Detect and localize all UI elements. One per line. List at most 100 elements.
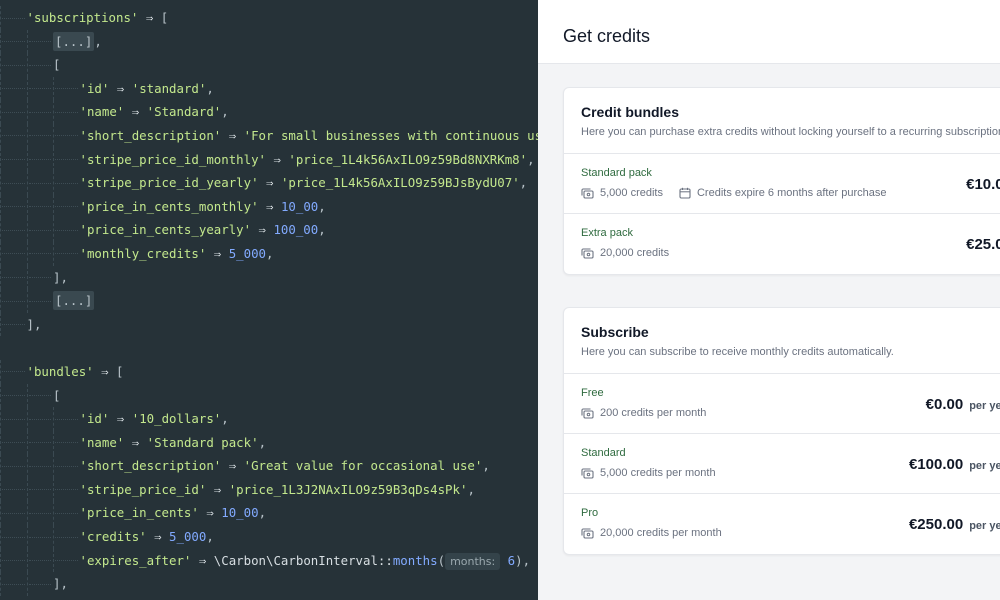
code-line[interactable]: 'short_description' ⇒ 'Great value for o… [0,454,538,478]
credits-icon [581,527,594,539]
parameter-hint: months: [445,552,501,570]
code-token: ⇒ [258,175,281,191]
indent-guide [53,218,80,242]
code-line[interactable]: 'monthly_credits' ⇒ 5_000, [0,241,538,266]
bundle-credits: 20,000 credits [600,247,670,259]
plan-row-pro[interactable]: Pro 20,000 credits per month €250.00 per … [564,494,1000,554]
indent-guide [26,548,54,573]
code-token: , [206,529,214,545]
indent-guide [0,383,27,408]
code-token: ⇒ [191,552,214,568]
code-line[interactable]: 'id' ⇒ '10_dollars', [0,407,538,431]
indent-guide [0,29,27,54]
code-token: , [221,104,229,120]
indent-guide [0,147,27,172]
indent-guide [53,548,80,573]
indent-guide [0,171,27,195]
code-editor[interactable]: 'subscriptions' ⇒ [[...],['id' ⇒ 'standa… [0,0,538,600]
code-line[interactable]: ], [0,265,538,290]
indent-guide [26,147,54,172]
indent-guide [53,407,80,431]
code-line[interactable]: 'subscriptions' ⇒ [ [0,6,538,30]
indent-guide [53,454,80,478]
code-line[interactable]: 'credits' ⇒ 5_000, [0,525,538,549]
indent-guide [26,501,54,525]
code-token: ⇒ [146,529,170,545]
indent-guide [26,525,54,549]
code-token: ⇒ [221,127,244,143]
code-line[interactable]: [ [0,53,538,77]
code-token: 'name' [79,104,125,120]
code-line[interactable]: 'short_description' ⇒ 'For small busines… [0,123,538,148]
code-line[interactable]: 'stripe_price_id_monthly' ⇒ 'price_1L4k5… [0,147,538,172]
code-token: [ [53,57,61,73]
bundle-price: €25.00 [966,236,1000,253]
plan-credits: 20,000 credits per month [600,527,722,539]
code-token: 'name' [79,434,125,450]
indent-guide [0,265,27,290]
code-token: ), [515,552,531,568]
plan-price: €100.00 per year [909,456,1000,473]
card-header: Subscribe Here you can subscribe to rece… [564,308,1000,374]
folded-region[interactable]: [...] [53,291,95,311]
code-line[interactable]: [ [0,383,538,408]
code-token: , [482,458,490,474]
plan-row-free[interactable]: Free 200 credits per month €0.00per year [564,374,1000,434]
code-line[interactable]: [...] [0,289,538,313]
code-token: , [94,33,102,49]
plan-credits: 200 credits per month [600,407,707,419]
bundle-name: Standard pack [581,167,652,179]
bundle-expiry: Credits expire 6 months after purchase [696,187,887,199]
folded-region[interactable]: [...] [53,31,95,51]
code-token: [ [53,387,61,403]
bundle-row-extra-pack[interactable]: Extra pack 20,000 credits €25.00 [564,214,1000,274]
indent-guide [26,477,54,502]
indent-guide [26,29,54,54]
code-line[interactable]: ], [0,312,538,337]
code-line[interactable]: 'stripe_price_id' ⇒ 'price_1L3J2NAxILO9z… [0,477,538,502]
indent-guide [0,572,27,596]
code-token: 'Standard' [146,104,222,120]
indent-guide [0,194,27,219]
indent-guide [0,477,27,502]
indent-guide [26,430,54,455]
code-line[interactable]: 'id' ⇒ 'standard', [0,76,538,101]
code-token: months [392,552,438,568]
credit-bundles-card: Credit bundles Here you can purchase ext… [563,87,1000,275]
code-token: ⇒ [124,434,147,450]
code-token: 5_000 [169,529,207,545]
code-line[interactable]: 'name' ⇒ 'Standard', [0,100,538,124]
code-line[interactable]: 'price_in_cents_yearly' ⇒ 100_00, [0,218,538,242]
indent-guide [0,501,27,525]
code-token: ⇒ [109,80,132,96]
indent-guide [0,407,27,431]
bundle-row-standard-pack[interactable]: Standard pack 5,000 credits Credits expi… [564,154,1000,214]
code-token: ], [53,576,68,592]
indent-guide [0,525,27,549]
code-token: , [318,198,326,214]
card-title: Credit bundles [581,104,680,120]
indent-guide [0,359,27,384]
code-line[interactable]: 'expires_after' ⇒ \Carbon\CarbonInterval… [0,548,538,573]
page-title: Get credits [563,26,651,46]
code-line[interactable]: [...], [0,29,538,54]
code-token: ( [437,552,446,568]
code-line[interactable]: 'price_in_cents_monthly' ⇒ 10_00, [0,194,538,219]
code-token: 5_000 [228,245,267,261]
price-value: €0.00 [925,396,964,413]
code-line[interactable]: 'name' ⇒ 'Standard pack', [0,430,538,455]
bundle-name: Extra pack [581,227,633,239]
code-line[interactable]: ], [0,572,538,596]
indent-guide [26,76,54,101]
plan-row-standard[interactable]: Standard 5,000 credits per month €100.00… [564,434,1000,494]
code-token: 'short_description' [79,127,222,143]
code-token: ⇒ [221,458,244,474]
code-line[interactable]: 'stripe_price_id_yearly' ⇒ 'price_1L4k56… [0,171,538,195]
code-token: '10_dollars' [131,411,222,427]
code-line[interactable]: 'bundles' ⇒ [ [0,359,538,384]
code-token: , [318,222,326,238]
code-line[interactable] [0,336,538,360]
code-line[interactable]: 'price_in_cents' ⇒ 10_00, [0,501,538,525]
indent-guide [26,100,54,124]
indent-guide [53,241,80,266]
